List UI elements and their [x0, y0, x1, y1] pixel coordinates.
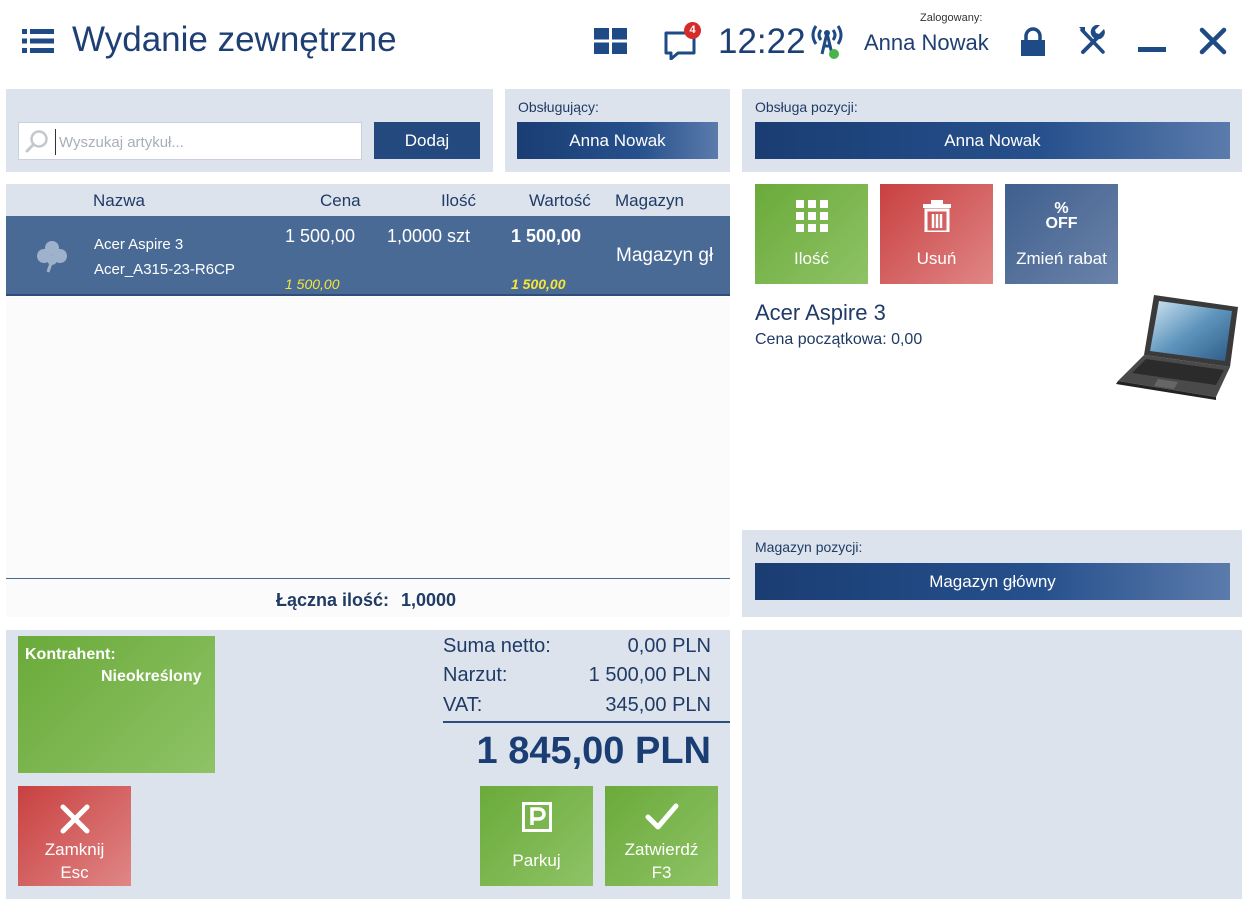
row-item-price: 1 500,00	[285, 226, 356, 246]
minimize-icon[interactable]	[1138, 47, 1166, 52]
clover-icon	[37, 241, 67, 273]
total-quantity-label: Łączna ilość:	[276, 590, 390, 610]
quantity-button-label: Ilość	[794, 249, 829, 268]
close-label-text: Zamknij	[44, 840, 105, 859]
customer-value: Nieokreślony	[101, 668, 202, 685]
quantity-button[interactable]: Ilość	[755, 184, 868, 284]
search-input[interactable]	[55, 129, 355, 155]
row-item-code: Acer_A315-23-R6CP	[94, 261, 235, 278]
close-shortcut-text: Esc	[60, 863, 89, 882]
keypad-icon	[795, 200, 828, 232]
vat-label: VAT:	[443, 694, 483, 716]
summary-divider	[443, 721, 730, 723]
served-by-label: Obsługujący:	[518, 99, 599, 115]
delete-button-label: Usuń	[916, 249, 957, 268]
position-service-label: Obsługa pozycji:	[755, 99, 858, 115]
column-header-value: Wartość	[529, 191, 591, 210]
x-icon	[60, 804, 90, 834]
add-button[interactable]: Dodaj	[374, 122, 480, 159]
clock: 12:22	[718, 22, 806, 61]
notification-badge: 4	[684, 22, 701, 39]
confirm-label-text: Zatwierdź	[624, 840, 699, 859]
tiles-icon[interactable]	[594, 28, 627, 54]
net-sum-label: Suma netto:	[443, 635, 551, 657]
tools-icon[interactable]	[1077, 25, 1109, 57]
delete-button[interactable]: Usuń	[880, 184, 993, 284]
position-service-button[interactable]: Anna Nowak	[755, 122, 1230, 159]
lock-icon[interactable]	[1018, 27, 1048, 57]
markup-value: 1 500,00 PLN	[588, 664, 711, 686]
position-warehouse-label: Magazyn pozycji:	[755, 539, 863, 555]
menu-icon[interactable]	[22, 28, 54, 54]
parking-icon	[521, 802, 552, 832]
discount-icon: % OFF	[1045, 200, 1078, 232]
row-item-value: 1 500,00	[511, 226, 582, 246]
table-body-empty	[6, 297, 730, 578]
logged-in-user[interactable]: Anna Nowak	[864, 30, 989, 56]
vat-value: 345,00 PLN	[605, 694, 711, 716]
page-title: Wydanie zewnętrzne	[72, 20, 397, 59]
confirm-label: Zatwierdź F3	[605, 838, 718, 884]
column-header-name: Nazwa	[93, 191, 145, 210]
confirm-shortcut-text: F3	[651, 863, 672, 882]
close-document-label: Zamknij Esc	[18, 838, 131, 884]
position-warehouse-button[interactable]: Magazyn główny	[755, 563, 1230, 600]
connection-signal-icon	[811, 25, 843, 59]
customer-label: Kontrahent:	[25, 646, 116, 663]
markup-label: Narzut:	[443, 664, 508, 686]
product-name: Acer Aspire 3	[755, 300, 886, 325]
start-price: Cena początkowa: 0,00	[755, 331, 923, 348]
row-item-quantity: 1,0000 szt	[387, 226, 471, 246]
checkmark-icon	[645, 803, 679, 830]
row-item-price-secondary: 1 500,00	[285, 276, 340, 292]
row-item-name: Acer Aspire 3	[94, 236, 184, 253]
change-discount-button[interactable]: % OFF Zmień rabat	[1005, 184, 1118, 284]
trash-icon	[922, 200, 951, 232]
grand-total: 1 845,00 PLN	[476, 730, 711, 772]
bottom-right-panel	[742, 630, 1242, 899]
discount-icon-percent: %	[1054, 200, 1069, 217]
row-item-value-secondary: 1 500,00	[511, 276, 566, 292]
column-header-warehouse: Magazyn	[615, 191, 684, 210]
row-item-warehouse: Magazyn gł	[616, 245, 714, 266]
search-icon	[25, 130, 48, 153]
park-button[interactable]: Parkuj	[480, 786, 593, 886]
served-by-button[interactable]: Anna Nowak	[517, 122, 718, 159]
discount-icon-off: OFF	[1045, 215, 1078, 232]
net-sum-value: 0,00 PLN	[627, 635, 711, 657]
laptop-image	[1116, 295, 1238, 400]
column-header-quantity: Ilość	[441, 191, 476, 210]
close-icon[interactable]	[1198, 26, 1228, 56]
park-button-label: Parkuj	[512, 851, 561, 870]
total-quantity-value: 1,0000	[401, 590, 457, 610]
logged-in-label: Zalogowany:	[920, 12, 983, 24]
change-discount-label: Zmień rabat	[1016, 249, 1107, 268]
column-header-price: Cena	[320, 191, 361, 210]
